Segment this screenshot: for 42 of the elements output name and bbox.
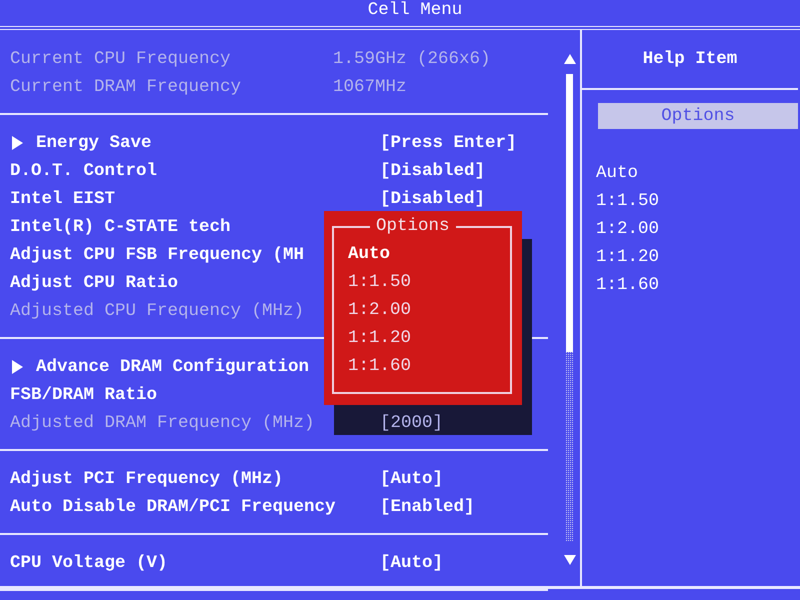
option-item[interactable]: 1:1.50 <box>346 268 414 296</box>
help-section-title: Options <box>598 103 798 129</box>
setting-value[interactable]: [Enabled] <box>380 493 475 521</box>
option-item[interactable]: 1:1.60 <box>346 352 414 380</box>
setting-label: Adjusted CPU Frequency (MHz) <box>10 300 304 323</box>
help-text: 1:1.60 <box>596 274 660 297</box>
setting-label[interactable]: Advance DRAM Configuration <box>36 353 310 381</box>
submenu-arrow-icon <box>12 360 23 374</box>
setting-label[interactable]: Adjust PCI Frequency (MHz) <box>10 465 284 493</box>
setting-label[interactable]: Auto Disable DRAM/PCI Frequency <box>10 493 336 521</box>
setting-label[interactable]: FSB/DRAM Ratio <box>10 381 158 409</box>
setting-label: Current CPU Frequency <box>10 48 231 71</box>
submenu-arrow-icon <box>12 136 23 150</box>
help-title: Help Item <box>642 49 738 69</box>
help-text: Auto <box>596 162 638 185</box>
scroll-up-icon[interactable] <box>564 54 576 64</box>
scroll-down-icon[interactable] <box>564 555 576 565</box>
setting-label: Adjusted DRAM Frequency (MHz) <box>10 412 315 435</box>
help-text: 1:2.00 <box>596 218 660 241</box>
help-text: 1:1.20 <box>596 246 660 269</box>
help-text: 1:1.50 <box>596 190 660 213</box>
setting-value: 1.59GHz (266x6) <box>333 48 491 71</box>
setting-label[interactable]: CPU Voltage (V) <box>10 549 168 577</box>
setting-label[interactable]: Intel EIST <box>10 185 116 213</box>
setting-label[interactable]: Adjust CPU Ratio <box>10 269 178 297</box>
scroll-thumb[interactable] <box>566 74 573 352</box>
setting-label: Current DRAM Frequency <box>10 76 242 99</box>
setting-label[interactable]: D.O.T. Control <box>10 157 158 185</box>
option-item[interactable]: Auto <box>346 240 414 268</box>
setting-value: 1067MHz <box>333 76 407 99</box>
option-item[interactable]: 1:1.20 <box>346 324 414 352</box>
option-item[interactable]: 1:2.00 <box>346 296 414 324</box>
setting-value[interactable]: [Disabled] <box>380 185 486 213</box>
setting-value[interactable]: [Disabled] <box>380 157 486 185</box>
setting-value[interactable]: [Auto] <box>380 549 444 577</box>
setting-label[interactable]: Intel(R) C-STATE tech <box>10 213 231 241</box>
setting-value[interactable]: [Press Enter] <box>380 129 517 157</box>
setting-label[interactable]: Adjust CPU FSB Frequency (MH <box>10 241 304 269</box>
setting-label[interactable]: Energy Save <box>36 129 152 157</box>
setting-value: [2000] <box>380 412 444 435</box>
menu-title: Cell Menu <box>368 0 462 20</box>
setting-value[interactable]: [Auto] <box>380 465 444 493</box>
